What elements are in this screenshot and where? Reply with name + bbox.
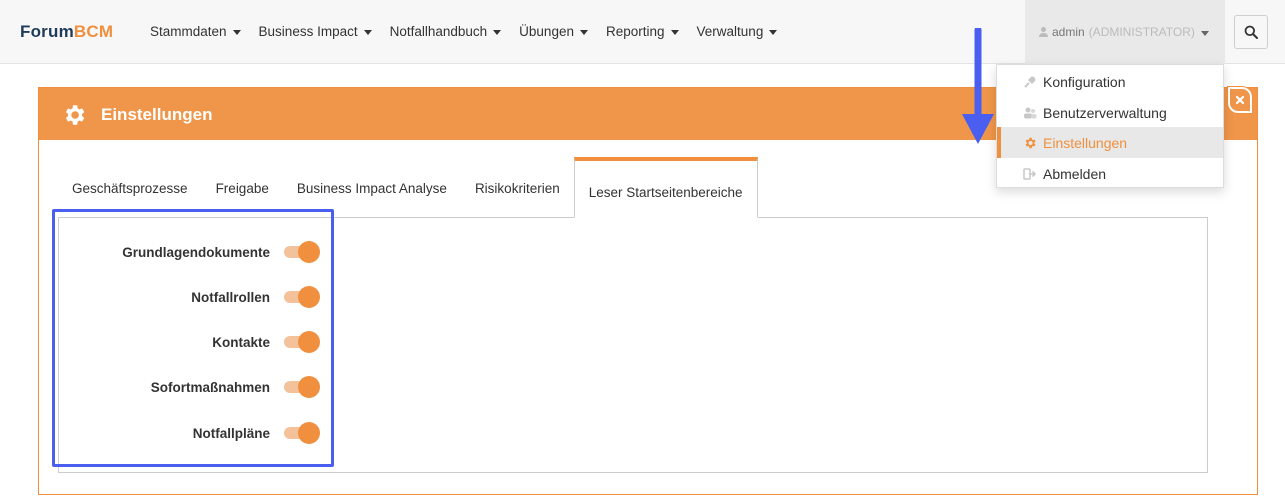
setting-row-notfallrollen: Notfallrollen bbox=[70, 284, 320, 310]
search-button[interactable] bbox=[1234, 15, 1268, 49]
menu-item-label: Konfiguration bbox=[1043, 73, 1126, 90]
users-icon bbox=[1024, 107, 1037, 119]
brand-text-forum: Forum bbox=[20, 22, 74, 41]
caret-down-icon bbox=[232, 30, 241, 35]
nav-item-verwaltung[interactable]: Verwaltung bbox=[697, 24, 778, 39]
toggle-knob bbox=[298, 241, 320, 263]
setting-row-notfallplaene: Notfallpläne bbox=[70, 420, 320, 446]
menu-item-label: Abmelden bbox=[1043, 165, 1107, 182]
menu-item-benutzerverwaltung[interactable]: Benutzerverwaltung bbox=[997, 97, 1223, 128]
user-menu-toggle[interactable]: admin (ADMINISTRATOR) bbox=[1025, 0, 1225, 64]
toggle-knob bbox=[298, 422, 320, 444]
caret-down-icon bbox=[1200, 30, 1209, 36]
nav-item-notfallhandbuch[interactable]: Notfallhandbuch bbox=[390, 24, 502, 39]
brand-logo[interactable]: ForumBCM bbox=[20, 22, 113, 42]
nav-label: Business Impact bbox=[258, 24, 358, 39]
nav-label: Verwaltung bbox=[696, 24, 764, 39]
nav-label: Übungen bbox=[519, 24, 574, 39]
setting-label: Grundlagendokumente bbox=[122, 244, 270, 260]
setting-label: Notfallpläne bbox=[192, 425, 270, 441]
nav-label: Reporting bbox=[605, 24, 665, 39]
toggle-switch[interactable] bbox=[284, 376, 320, 398]
gear-icon bbox=[65, 105, 85, 125]
close-icon bbox=[1235, 95, 1245, 105]
user-name: admin bbox=[1052, 25, 1085, 39]
plug-icon bbox=[1024, 76, 1036, 88]
tab-label: Geschäftsprozesse bbox=[72, 180, 188, 196]
user-dropdown-menu: Konfiguration Benutzerverwaltung Einstel… bbox=[996, 64, 1224, 188]
top-navbar: ForumBCM Stammdaten Business Impact Notf… bbox=[0, 0, 1285, 64]
toggle-switch[interactable] bbox=[284, 422, 320, 444]
toggle-knob bbox=[298, 331, 320, 353]
setting-row-kontakte: Kontakte bbox=[70, 329, 320, 355]
caret-down-icon bbox=[769, 30, 778, 35]
nav-label: Stammdaten bbox=[150, 24, 227, 39]
setting-row-grundlagendokumente: Grundlagendokumente bbox=[70, 239, 320, 265]
nav-label: Notfallhandbuch bbox=[389, 24, 488, 39]
main-nav: Stammdaten Business Impact Notfallhandbu… bbox=[150, 24, 795, 39]
nav-item-reporting[interactable]: Reporting bbox=[606, 24, 679, 39]
nav-item-stammdaten[interactable]: Stammdaten bbox=[150, 24, 241, 39]
caret-down-icon bbox=[579, 30, 588, 35]
brand-text-bcm: BCM bbox=[73, 22, 114, 41]
panel-title: Einstellungen bbox=[101, 105, 213, 124]
search-icon bbox=[1244, 25, 1258, 39]
menu-item-label: Einstellungen bbox=[1043, 134, 1128, 151]
menu-item-label: Benutzerverwaltung bbox=[1043, 104, 1167, 121]
toggle-switch[interactable] bbox=[284, 286, 320, 308]
gear-icon bbox=[1025, 137, 1036, 149]
menu-item-einstellungen[interactable]: Einstellungen bbox=[997, 127, 1223, 158]
tab-label: Risikokriterien bbox=[474, 180, 560, 196]
toggle-switch[interactable] bbox=[284, 331, 320, 353]
close-panel-button[interactable] bbox=[1228, 87, 1252, 113]
user-role: (ADMINISTRATOR) bbox=[1088, 25, 1195, 39]
sign-out-icon bbox=[1023, 168, 1037, 180]
toggle-knob bbox=[298, 376, 320, 398]
setting-label: Sofortmaßnahmen bbox=[150, 379, 270, 395]
menu-item-konfiguration[interactable]: Konfiguration bbox=[997, 66, 1223, 97]
setting-label: Notfallrollen bbox=[191, 289, 270, 305]
tab-label: Freigabe bbox=[215, 180, 269, 196]
annotation-arrow bbox=[962, 28, 994, 144]
caret-down-icon bbox=[493, 30, 502, 35]
tab-label: Leser Startseitenbereiche bbox=[588, 184, 743, 200]
tab-risikokriterien[interactable]: Risikokriterien bbox=[461, 158, 574, 218]
toggle-switch[interactable] bbox=[284, 241, 320, 263]
nav-item-uebungen[interactable]: Übungen bbox=[519, 24, 588, 39]
setting-row-sofortmassnahmen: Sofortmaßnahmen bbox=[70, 374, 320, 400]
menu-item-abmelden[interactable]: Abmelden bbox=[997, 158, 1223, 189]
setting-label: Kontakte bbox=[212, 334, 270, 350]
nav-item-business-impact[interactable]: Business Impact bbox=[259, 24, 372, 39]
caret-down-icon bbox=[363, 30, 372, 35]
toggle-knob bbox=[298, 286, 320, 308]
tab-label: Business Impact Analyse bbox=[296, 180, 447, 196]
tab-leser-startseitenbereiche[interactable]: Leser Startseitenbereiche bbox=[573, 157, 758, 218]
caret-down-icon bbox=[670, 30, 679, 35]
user-icon bbox=[1039, 27, 1048, 37]
